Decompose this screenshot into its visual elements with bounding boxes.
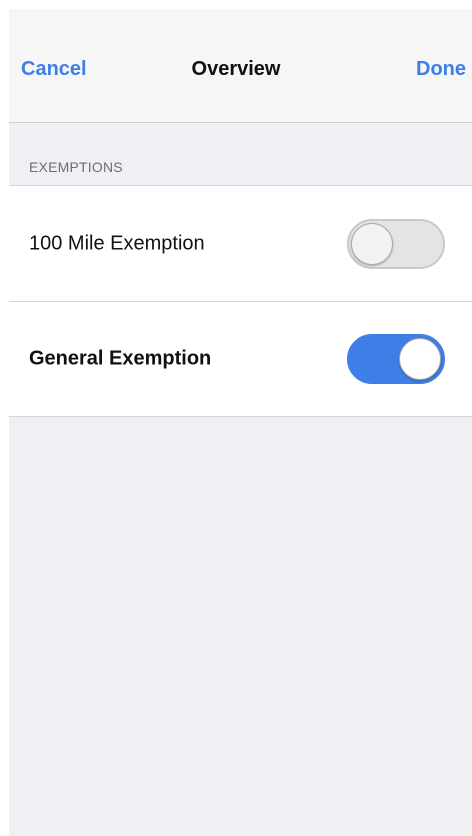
row-label-general-exemption: General Exemption (29, 347, 212, 370)
toggle-general-exemption[interactable] (347, 334, 445, 384)
row-label-100-mile-exemption: 100 Mile Exemption (29, 232, 205, 254)
list-item-general-exemption: General Exemption (9, 301, 472, 416)
toggle-knob (351, 222, 393, 265)
toggle-knob (399, 338, 441, 380)
toggle-100-mile-exemption[interactable] (347, 218, 445, 269)
navigation-bar: Cancel Overview Done (9, 9, 472, 123)
exemptions-list: 100 Mile Exemption General Exemption (9, 185, 472, 417)
done-button[interactable]: Done (416, 57, 466, 81)
page-title: Overview (191, 58, 281, 80)
section-header-exemptions: EXEMPTIONS (29, 159, 123, 175)
list-item-100-mile-exemption: 100 Mile Exemption (9, 186, 472, 301)
screen: Cancel Overview Done EXEMPTIONS 100 Mile… (9, 9, 472, 836)
